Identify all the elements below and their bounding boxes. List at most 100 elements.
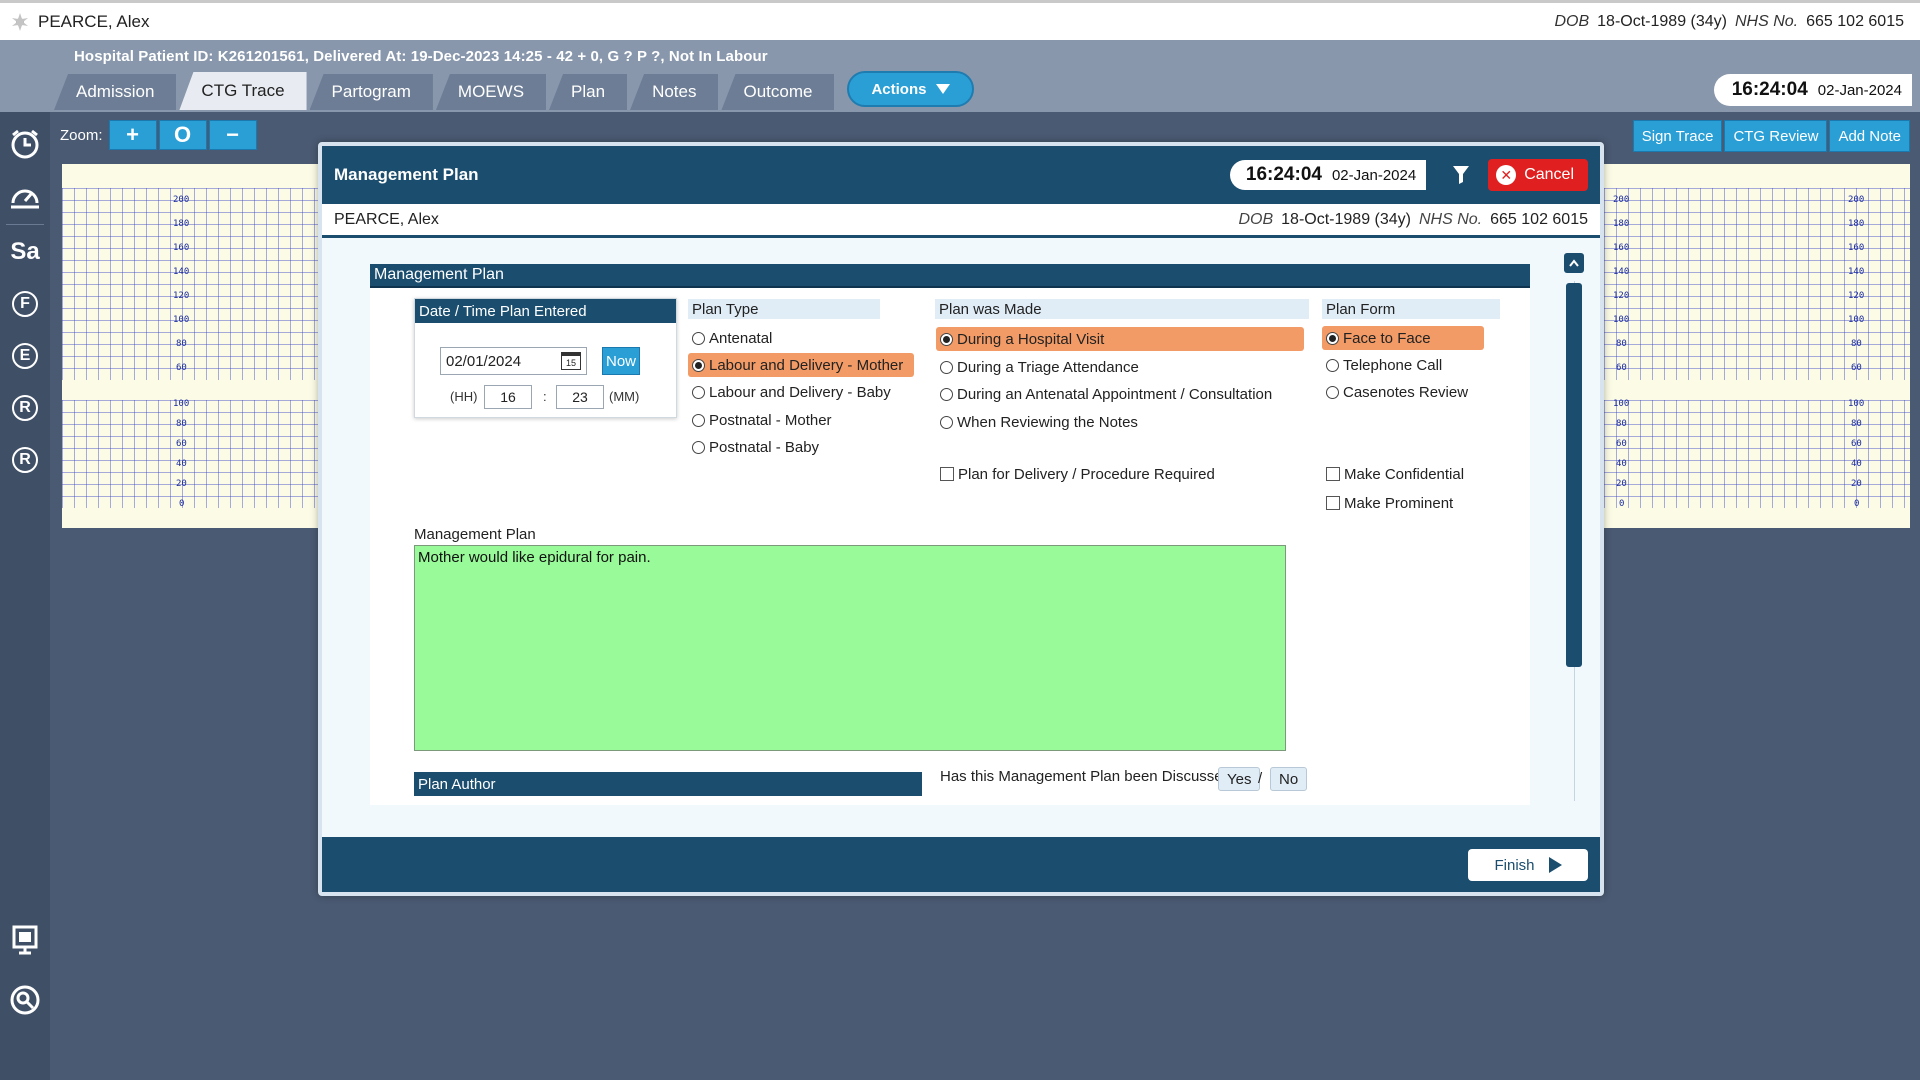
plan-form-face-to-face-label: Face to Face — [1343, 329, 1431, 347]
fhr-tick: 80 — [176, 339, 187, 349]
sidebar-item-e[interactable]: E — [7, 338, 43, 374]
fhr-tick: 160 — [173, 243, 190, 253]
plan-made-triage[interactable]: During a Triage Attendance — [936, 355, 1139, 379]
cancel-label: Cancel — [1524, 166, 1574, 183]
zoom-out-button[interactable]: − — [208, 120, 257, 150]
make-prominent-checkbox[interactable]: Make Prominent — [1322, 491, 1453, 515]
tab-outcome[interactable]: Outcome — [721, 74, 835, 110]
sidebar-item-r2[interactable]: R — [7, 442, 43, 478]
plan-date-input[interactable]: 02/01/2024 15 — [440, 347, 587, 375]
toco-tick: 60 — [1851, 439, 1862, 449]
radio-icon — [940, 387, 953, 401]
search-icon[interactable] — [7, 982, 43, 1018]
plan-author-heading: Plan Author — [414, 772, 922, 796]
fhr-tick: 100 — [1848, 315, 1865, 325]
radio-icon — [692, 331, 705, 345]
tab-admission[interactable]: Admission — [54, 74, 177, 110]
plan-for-delivery-checkbox[interactable]: Plan for Delivery / Procedure Required — [936, 462, 1215, 486]
time-colon: : — [543, 389, 547, 404]
plan-form-heading: Plan Form — [1322, 299, 1500, 319]
dialog-dob-value: 18-Oct-1989 (34y) — [1281, 210, 1411, 228]
plan-type-postnatal-baby[interactable]: Postnatal - Baby — [688, 435, 819, 459]
header-date: 02-Jan-2024 — [1817, 81, 1902, 99]
toco-tick: 40 — [1851, 459, 1862, 469]
nhs-value: 665 102 6015 — [1806, 12, 1904, 30]
actions-button[interactable]: Actions — [847, 71, 975, 107]
toco-tick: 100 — [1613, 399, 1630, 409]
patient-banner: PEARCE, Alex DOB 18-Oct-1989 (34y) NHS N… — [0, 0, 1920, 40]
management-plan-panel: Management Plan Date / Time Plan Entered… — [370, 264, 1530, 805]
management-plan-dialog: Management Plan 16:24:04 02-Jan-2024 ✕ C… — [318, 142, 1604, 896]
toco-tick: 100 — [1848, 399, 1865, 409]
tab-partogram[interactable]: Partogram — [309, 74, 433, 110]
scroll-thumb[interactable] — [1566, 283, 1582, 667]
fhr-tick: 160 — [1613, 243, 1630, 253]
plan-made-reviewing-notes[interactable]: When Reviewing the Notes — [936, 410, 1138, 434]
management-plan-textarea[interactable]: Mother would like epidural for pain. — [414, 545, 1286, 751]
cancel-button[interactable]: ✕ Cancel — [1488, 159, 1588, 191]
now-button[interactable]: Now — [602, 347, 640, 375]
discussed-yes-button[interactable]: Yes — [1218, 767, 1261, 791]
dob-label: DOB — [1554, 12, 1590, 30]
plan-made-hospital-visit[interactable]: During a Hospital Visit — [936, 327, 1304, 351]
add-note-button[interactable]: Add Note — [1829, 120, 1910, 152]
plan-type-postnatal-mother[interactable]: Postnatal - Mother — [688, 408, 832, 432]
sidebar-item-sa[interactable]: Sa — [7, 234, 43, 270]
speedometer-icon[interactable] — [7, 178, 43, 214]
zoom-in-button[interactable]: + — [108, 120, 157, 150]
toco-tick: 20 — [1616, 479, 1627, 489]
presentation-icon[interactable] — [7, 922, 43, 958]
fhr-tick: 140 — [173, 267, 190, 277]
plan-form-telephone[interactable]: Telephone Call — [1322, 353, 1442, 377]
plan-made-antenatal-appointment[interactable]: During an Antenatal Appointment / Consul… — [936, 382, 1272, 406]
episode-info: Hospital Patient ID: K261201561, Deliver… — [74, 48, 768, 65]
sidebar-item-r1[interactable]: R — [7, 390, 43, 426]
tab-notes[interactable]: Notes — [630, 74, 719, 110]
hour-input[interactable]: 16 — [484, 385, 532, 409]
tab-ctg-trace[interactable]: CTG Trace — [179, 72, 307, 110]
plan-type-antenatal-label: Antenatal — [709, 329, 773, 347]
plan-made-reviewing-notes-label: When Reviewing the Notes — [957, 413, 1138, 431]
caret-down-icon — [936, 84, 951, 94]
toco-tick: 80 — [1851, 419, 1862, 429]
toco-tick: 40 — [1616, 459, 1627, 469]
yes-no-separator: / — [1258, 770, 1263, 787]
radio-icon — [692, 413, 705, 427]
fhr-tick: 120 — [1613, 291, 1630, 301]
plan-form-casenotes[interactable]: Casenotes Review — [1322, 380, 1468, 404]
dialog-patient-bar: PEARCE, Alex DOB 18-Oct-1989 (34y) NHS N… — [322, 204, 1600, 238]
finish-button[interactable]: Finish — [1468, 849, 1588, 881]
minute-input[interactable]: 23 — [556, 385, 604, 409]
sign-trace-button[interactable]: Sign Trace — [1632, 120, 1723, 152]
sidebar-item-f[interactable]: F — [7, 286, 43, 322]
filter-icon[interactable] — [1452, 165, 1470, 185]
dob-value: 18-Oct-1989 (34y) — [1597, 12, 1727, 30]
plan-type-antenatal[interactable]: Antenatal — [688, 326, 772, 350]
plan-type-labour-mother[interactable]: Labour and Delivery - Mother — [688, 353, 914, 377]
checkbox-icon — [1326, 496, 1340, 510]
alarm-clock-icon[interactable] — [7, 126, 43, 162]
scroll-up-button[interactable] — [1564, 253, 1584, 273]
radio-selected-icon — [1326, 331, 1339, 345]
hh-label: (HH) — [450, 389, 478, 404]
make-confidential-checkbox[interactable]: Make Confidential — [1322, 462, 1464, 486]
plan-text-label: Management Plan — [414, 526, 536, 543]
play-arrow-icon — [1548, 857, 1562, 873]
toco-tick: 20 — [1851, 479, 1862, 489]
plan-form-face-to-face[interactable]: Face to Face — [1322, 326, 1484, 350]
toco-tick: 100 — [173, 399, 190, 409]
tab-plan[interactable]: Plan — [549, 74, 628, 110]
tab-moews[interactable]: MOEWS — [435, 74, 547, 110]
plan-type-labour-mother-label: Labour and Delivery - Mother — [709, 356, 904, 374]
toco-tick: 20 — [176, 479, 187, 489]
plan-type-labour-baby[interactable]: Labour and Delivery - Baby — [688, 380, 891, 404]
radio-icon — [1326, 385, 1339, 399]
ctg-review-button[interactable]: CTG Review — [1724, 120, 1828, 152]
zoom-reset-button[interactable]: O — [158, 120, 207, 150]
plan-type-heading: Plan Type — [688, 299, 880, 319]
radio-selected-icon — [940, 332, 953, 346]
fhr-tick: 80 — [1616, 339, 1627, 349]
calendar-icon[interactable]: 15 — [561, 352, 581, 370]
discussed-no-button[interactable]: No — [1270, 767, 1308, 791]
mm-label: (MM) — [609, 389, 640, 404]
